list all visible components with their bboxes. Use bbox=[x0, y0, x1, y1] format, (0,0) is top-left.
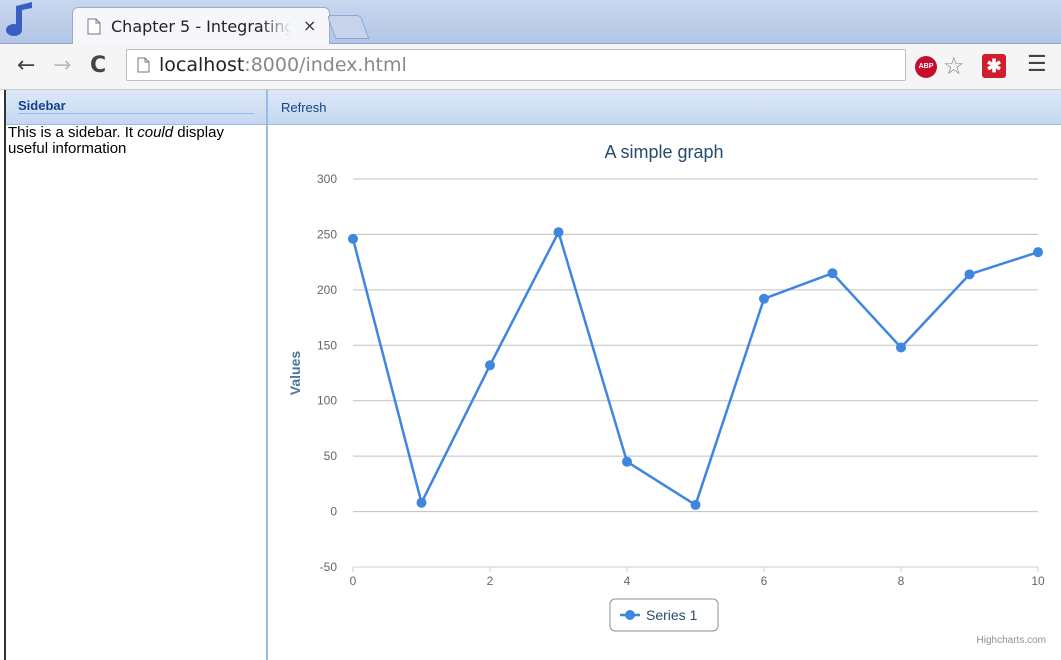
y-tick-label: 250 bbox=[317, 227, 337, 241]
data-point bbox=[964, 269, 975, 280]
back-arrow-icon[interactable]: ← bbox=[17, 53, 35, 78]
bookmark-star-icon[interactable]: ☆ bbox=[943, 52, 965, 81]
chart-title: A simple graph bbox=[604, 142, 723, 162]
forward-arrow-icon[interactable]: → bbox=[53, 53, 71, 78]
refresh-button[interactable]: Refresh bbox=[268, 90, 1061, 125]
x-tick-label: 10 bbox=[1031, 574, 1045, 588]
y-tick-label: 0 bbox=[330, 505, 337, 519]
data-point bbox=[485, 360, 495, 371]
sidebar-header: Sidebar bbox=[6, 90, 266, 125]
x-tick-label: 4 bbox=[624, 574, 631, 588]
extension-icon[interactable]: ✱ bbox=[982, 54, 1006, 78]
legend-item[interactable]: Series 1 bbox=[646, 607, 698, 623]
y-tick-label: 300 bbox=[317, 172, 337, 186]
x-tick-label: 6 bbox=[761, 574, 768, 588]
legend-point-marker bbox=[625, 610, 635, 620]
x-tick-label: 8 bbox=[898, 574, 905, 588]
data-point bbox=[348, 233, 358, 244]
tab-title: Chapter 5 - Integrating bbox=[111, 17, 291, 36]
series-line bbox=[351, 228, 1039, 507]
y-tick-label: -50 bbox=[320, 560, 338, 574]
data-point bbox=[1033, 247, 1043, 258]
browser-toolbar: ← → C localhost:8000/index.html ABP ☆ ✱ … bbox=[0, 44, 1061, 90]
address-bar[interactable]: localhost:8000/index.html bbox=[126, 49, 906, 81]
browser-tab[interactable]: Chapter 5 - Integrating × bbox=[72, 7, 330, 45]
menu-icon[interactable]: ☰ bbox=[1027, 51, 1047, 77]
document-icon bbox=[87, 18, 101, 35]
sidebar-panel: Sidebar This is a sidebar. It could disp… bbox=[4, 90, 268, 660]
data-point bbox=[622, 456, 632, 467]
y-tick-label: 50 bbox=[324, 449, 338, 463]
data-point bbox=[553, 227, 564, 238]
url-text: localhost:8000/index.html bbox=[159, 54, 407, 76]
sidebar-text: This is a sidebar. It could display usef… bbox=[8, 124, 224, 157]
y-tick-label: 100 bbox=[317, 394, 337, 408]
page-icon bbox=[137, 57, 150, 73]
credits-link: Highcharts.com bbox=[977, 635, 1046, 646]
data-point bbox=[827, 268, 838, 279]
new-tab-button[interactable] bbox=[326, 15, 370, 39]
data-point bbox=[416, 497, 427, 508]
tab-strip: Chapter 5 - Integrating × bbox=[0, 0, 1061, 45]
reload-icon[interactable]: C bbox=[90, 53, 106, 78]
data-point bbox=[896, 342, 906, 353]
adblock-icon[interactable]: ABP bbox=[915, 56, 937, 78]
y-axis-title: Values bbox=[287, 351, 303, 396]
tab-close-icon[interactable]: × bbox=[303, 16, 316, 35]
y-tick-label: 150 bbox=[317, 338, 337, 352]
line-chart: A simple graph -50 0 50 100 150 200 250 300 0 2 4 6 8… bbox=[287, 142, 1046, 646]
x-tick-label: 2 bbox=[487, 574, 494, 588]
main-panel: Refresh A simple graph -50 0 50 100 150 200 250… bbox=[268, 90, 1061, 660]
music-note-logo-icon bbox=[6, 2, 32, 36]
data-point bbox=[759, 293, 769, 304]
x-tick-label: 0 bbox=[350, 574, 357, 588]
data-point bbox=[690, 499, 701, 510]
y-tick-label: 200 bbox=[317, 283, 337, 297]
